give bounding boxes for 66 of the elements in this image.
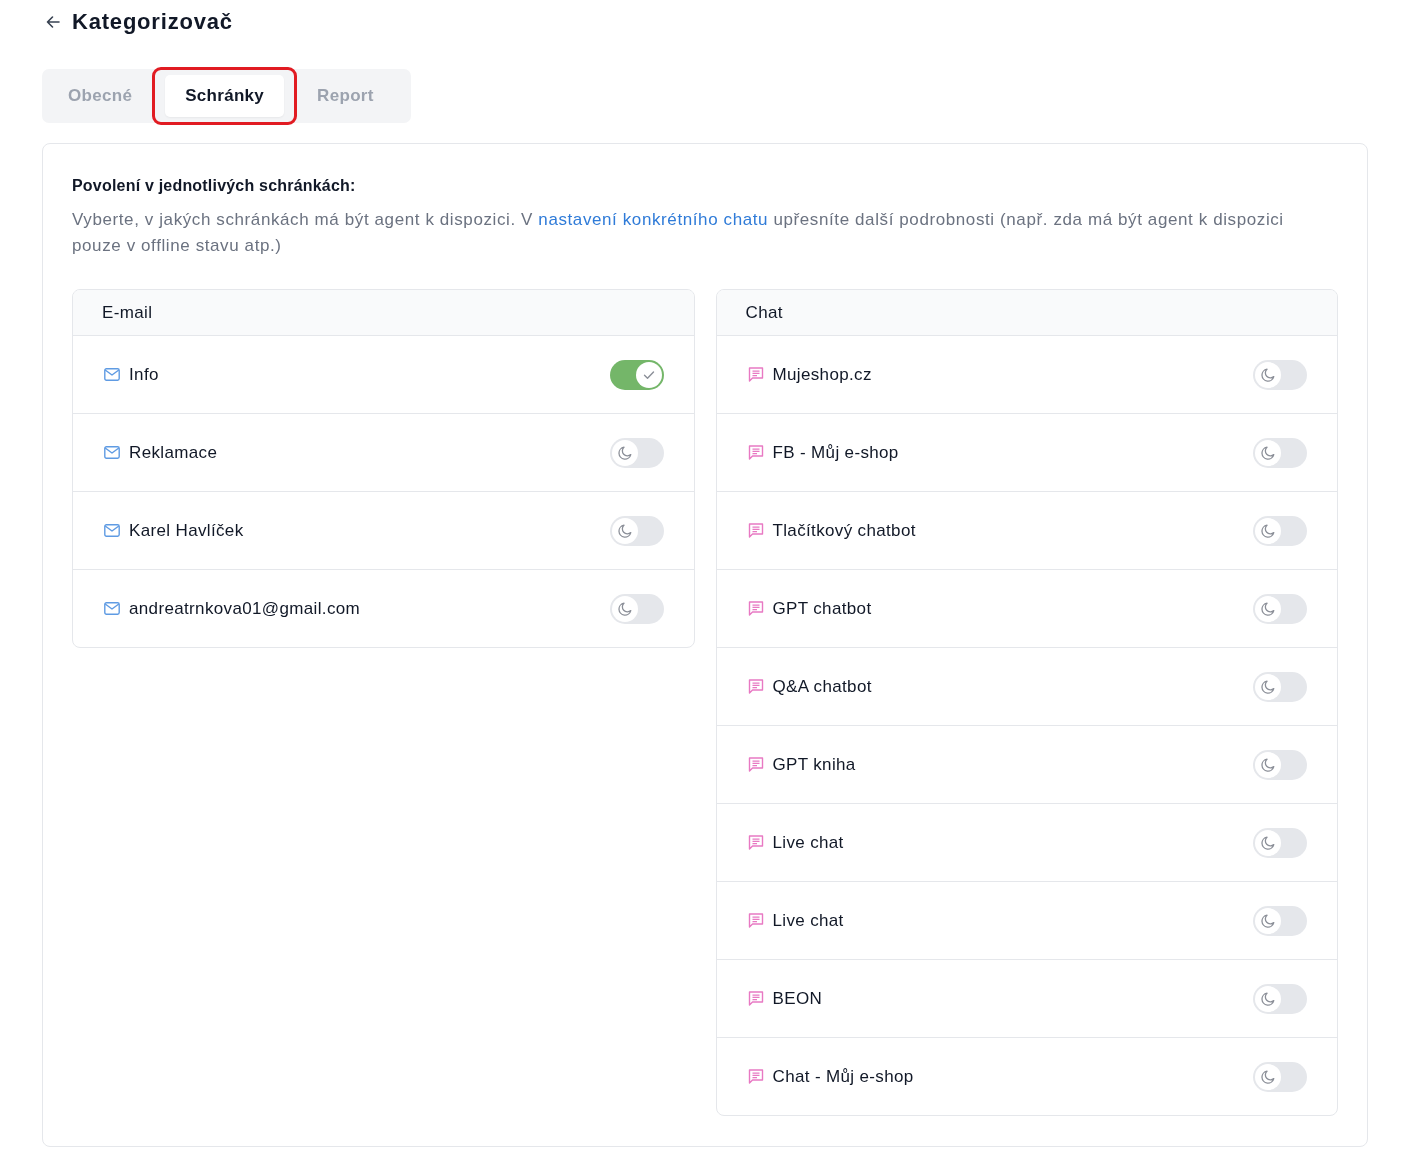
description-text: Vyberte, v jakých schránkách má být agent k dispozici. V nastavení konkrétního chatu upřesníte další podrobnosti (např. zda má být agent k dispozici pouze v offline stavu atp.)	[72, 209, 1285, 257]
inbox-name: GPT chatbot	[772, 598, 873, 619]
moon-icon	[1255, 361, 1281, 388]
envelope-icon	[104, 368, 120, 381]
inbox-name: Reklamace	[129, 442, 219, 463]
tab[interactable]: Report	[297, 75, 405, 117]
moon-icon	[1255, 829, 1281, 856]
inbox-name: Live chat	[772, 832, 845, 853]
toggle-switch[interactable]	[1253, 827, 1307, 858]
toggle-switch[interactable]	[1253, 437, 1307, 468]
chat-bubble-icon	[747, 835, 764, 850]
toggle-switch[interactable]	[1253, 983, 1307, 1014]
moon-icon	[1255, 751, 1281, 778]
back-arrow-icon[interactable]	[45, 14, 61, 30]
inbox-name: FB - Můj e-shop	[772, 442, 900, 463]
inbox-name: Live chat	[772, 910, 845, 931]
toggle-switch[interactable]	[1253, 1061, 1307, 1092]
inbox-name: andreatrnkova01@gmail.com	[129, 598, 362, 619]
tab[interactable]: Schránky	[165, 75, 285, 117]
toggle-switch[interactable]	[609, 437, 664, 468]
toggle-switch[interactable]	[1253, 593, 1307, 624]
chat-settings-link[interactable]: nastavení konkrétního chatu	[538, 210, 769, 229]
moon-icon	[1255, 517, 1281, 544]
toggle-switch[interactable]	[609, 593, 664, 624]
envelope-icon	[104, 524, 120, 537]
moon-icon	[611, 439, 638, 466]
inbox-name: Karel Havlíček	[129, 520, 245, 541]
inbox-name: BEON	[772, 988, 824, 1009]
moon-icon	[1255, 439, 1281, 466]
section-heading: Povolení v jednotlivých schránkách:	[72, 176, 357, 196]
moon-icon	[1255, 673, 1281, 700]
page-title: Kategorizovač	[72, 8, 233, 36]
toggle-switch[interactable]	[1253, 515, 1307, 546]
toggle-switch[interactable]	[609, 515, 664, 546]
chat-bubble-icon	[747, 601, 764, 616]
inbox-name: Tlačítkový chatbot	[772, 520, 917, 541]
inbox-name: Q&A chatbot	[772, 676, 873, 697]
tab[interactable]: Obecné	[48, 75, 153, 117]
chat-bubble-icon	[747, 1069, 764, 1084]
moon-icon	[1255, 985, 1281, 1012]
envelope-icon	[104, 602, 120, 615]
inbox-name: Mujeshop.cz	[772, 364, 873, 385]
moon-icon	[611, 595, 638, 622]
toggle-switch[interactable]	[1253, 359, 1307, 390]
chat-bubble-icon	[747, 445, 764, 460]
toggle-switch[interactable]	[1253, 749, 1307, 780]
chat-bubble-icon	[747, 679, 764, 694]
moon-icon	[1255, 1063, 1281, 1090]
chat-bubble-icon	[747, 757, 764, 772]
panel-title: Chat	[745, 302, 783, 323]
chat-bubble-icon	[747, 913, 764, 928]
toggle-switch[interactable]	[609, 359, 664, 390]
chat-bubble-icon	[747, 523, 764, 538]
moon-icon	[1255, 595, 1281, 622]
chat-bubble-icon	[747, 367, 764, 382]
moon-icon	[611, 517, 638, 544]
moon-icon	[1255, 907, 1281, 934]
toggle-switch[interactable]	[1253, 905, 1307, 936]
envelope-icon	[104, 446, 120, 459]
check-icon	[635, 361, 662, 388]
inbox-name: Chat - Můj e-shop	[772, 1066, 915, 1087]
panel-title: E-mail	[102, 302, 153, 323]
inbox-name: GPT kniha	[772, 754, 857, 775]
inbox-name: Info	[129, 364, 160, 385]
chat-bubble-icon	[747, 991, 764, 1006]
toggle-switch[interactable]	[1253, 671, 1307, 702]
